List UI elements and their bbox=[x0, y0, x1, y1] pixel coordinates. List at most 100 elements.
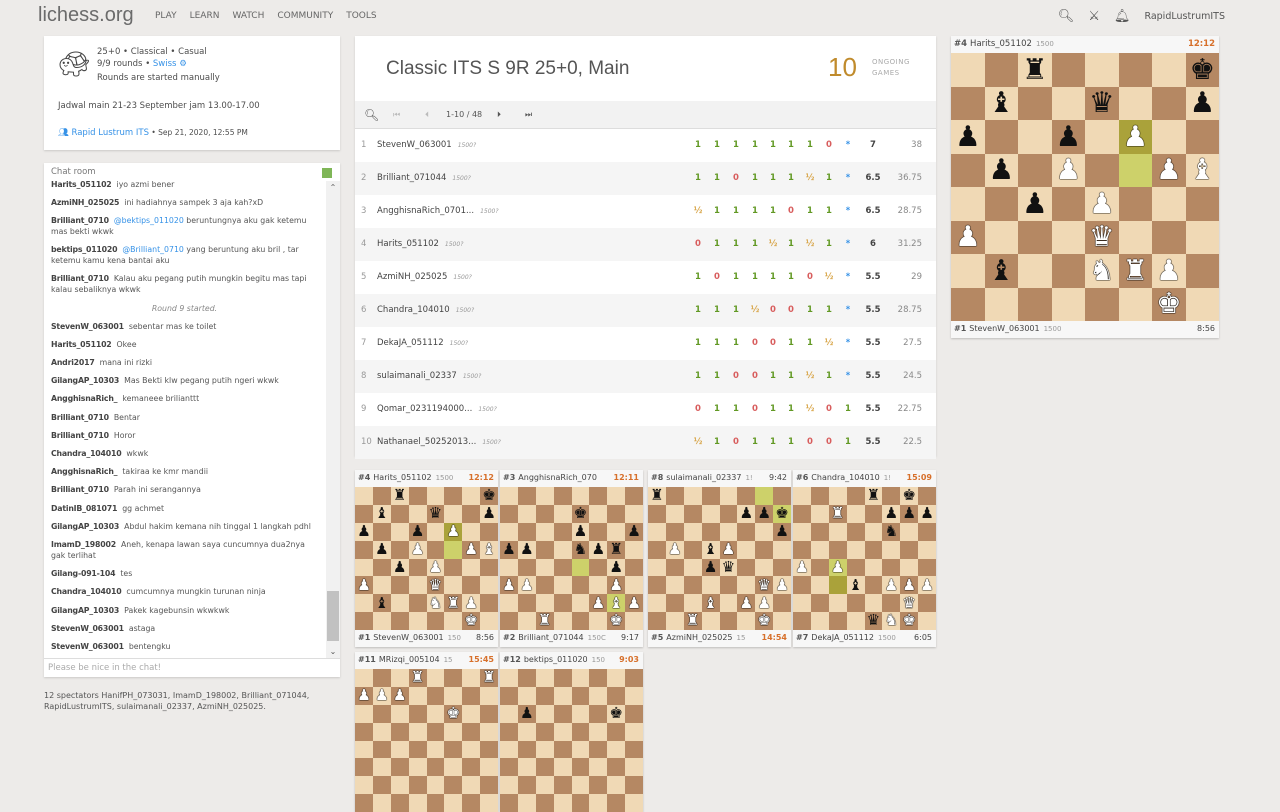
round-result[interactable]: 0 bbox=[748, 338, 762, 348]
square-b4[interactable] bbox=[810, 558, 829, 577]
round-result[interactable]: 1 bbox=[729, 140, 743, 150]
round-result[interactable]: 1 bbox=[784, 371, 798, 381]
square-c7[interactable] bbox=[535, 504, 554, 523]
white-knight-icon[interactable]: ♞ bbox=[429, 595, 443, 611]
square-a4[interactable] bbox=[500, 558, 518, 577]
round-result[interactable]: 1 bbox=[748, 272, 762, 282]
square-h1[interactable] bbox=[918, 612, 936, 630]
table-row[interactable]: 3 AngghisnaRich_0701... 1500? ½ 1 1 1 1 0 1 1 * 6.5 2… bbox=[355, 195, 936, 228]
square-g6[interactable] bbox=[900, 522, 919, 541]
square-f6[interactable]: ♞ bbox=[882, 522, 901, 541]
square-g6[interactable] bbox=[607, 522, 626, 541]
square-g8[interactable] bbox=[462, 669, 481, 687]
player-name[interactable]: Chandra_104010 1500? bbox=[377, 305, 474, 315]
square-h1[interactable] bbox=[1185, 287, 1219, 321]
white-rook-icon[interactable]: ♜ bbox=[538, 613, 552, 628]
round-result[interactable]: 1 bbox=[822, 173, 836, 183]
player-name[interactable]: StevenW_063001 1500? bbox=[377, 140, 476, 150]
square-b6[interactable]: ♟ bbox=[517, 704, 536, 723]
square-a2[interactable] bbox=[355, 776, 373, 795]
square-c1[interactable] bbox=[828, 612, 847, 630]
chevron-down-icon[interactable]: ⌄ bbox=[326, 647, 340, 656]
square-d8[interactable] bbox=[846, 487, 865, 505]
square-e4[interactable] bbox=[426, 740, 445, 759]
round-result[interactable]: 1 bbox=[748, 140, 762, 150]
square-d4[interactable] bbox=[408, 740, 427, 759]
square-b2[interactable] bbox=[810, 594, 829, 613]
square-f3[interactable] bbox=[737, 576, 756, 595]
square-f2[interactable]: ♟ bbox=[737, 594, 756, 613]
black-pawn-icon[interactable]: ♟ bbox=[393, 559, 407, 575]
square-b8[interactable] bbox=[984, 53, 1018, 87]
square-e7[interactable]: ♚ bbox=[571, 504, 590, 523]
white-pawn-icon[interactable]: ♟ bbox=[429, 559, 443, 575]
white-pawn-icon[interactable]: ♟ bbox=[902, 577, 916, 593]
square-h7[interactable] bbox=[625, 504, 643, 523]
game-preview[interactable]: #6 Chandra_104010 1! 15:09 ♜ ♚ ♜ ♟ ♟ ♟ ♞ ♟ ♟ ♝ ♟ ♟ ♟ ♛ ♛ ♞ ♚… bbox=[793, 470, 936, 647]
white-rook-icon[interactable]: ♜ bbox=[411, 670, 425, 685]
last-page-icon[interactable]: ⏭︎ bbox=[525, 110, 532, 120]
square-a4[interactable] bbox=[355, 740, 373, 759]
square-b3[interactable]: ♟ bbox=[517, 576, 536, 595]
square-c3[interactable] bbox=[1018, 220, 1052, 254]
square-f3[interactable] bbox=[1118, 220, 1152, 254]
square-c3[interactable] bbox=[390, 758, 409, 777]
square-a5[interactable] bbox=[355, 722, 373, 741]
white-pawn-icon[interactable]: ♟ bbox=[885, 577, 899, 593]
square-h2[interactable] bbox=[480, 776, 498, 795]
white-bishop-icon[interactable]: ♝ bbox=[1189, 155, 1215, 184]
round-result[interactable]: 1 bbox=[729, 305, 743, 315]
round-result[interactable]: ½ bbox=[691, 437, 705, 447]
square-c7[interactable]: ♜ bbox=[828, 504, 847, 523]
square-c7[interactable] bbox=[1018, 86, 1052, 120]
square-h7[interactable] bbox=[480, 686, 498, 705]
square-e1[interactable] bbox=[719, 612, 738, 630]
chevron-up-icon[interactable]: ⌃ bbox=[326, 183, 340, 192]
square-f2[interactable] bbox=[444, 776, 463, 795]
square-h5[interactable] bbox=[773, 540, 791, 559]
square-b8[interactable] bbox=[372, 487, 391, 505]
player-name[interactable]: MRizqi_005104 bbox=[379, 655, 440, 664]
square-e3[interactable] bbox=[426, 758, 445, 777]
square-d3[interactable] bbox=[701, 576, 720, 595]
square-h3[interactable] bbox=[480, 758, 498, 777]
square-b6[interactable] bbox=[372, 522, 391, 541]
square-f1[interactable] bbox=[1118, 287, 1152, 321]
round-result[interactable]: 1 bbox=[841, 404, 855, 414]
black-pawn-icon[interactable]: ♟ bbox=[1022, 189, 1048, 218]
square-h7[interactable]: ♟ bbox=[480, 504, 498, 523]
square-d8[interactable] bbox=[701, 487, 720, 505]
square-b5[interactable] bbox=[810, 540, 829, 559]
round-result[interactable]: 1 bbox=[766, 371, 780, 381]
square-e6[interactable] bbox=[426, 704, 445, 723]
square-h8[interactable]: ♜ bbox=[480, 669, 498, 687]
square-c3[interactable] bbox=[535, 758, 554, 777]
square-b1[interactable] bbox=[984, 287, 1018, 321]
square-g2[interactable] bbox=[607, 776, 626, 795]
table-row[interactable]: 5 AzmiNH_025025 1500? 1 0 1 1 1 1 0 ½ * 5.5 29 bbox=[355, 261, 936, 294]
player-name[interactable]: bektips_011020 bbox=[524, 655, 588, 664]
table-row[interactable]: 7 DekaJA_051112 1500? 1 1 1 0 0 1 1 ½ * 5.5 27.5 bbox=[355, 327, 936, 360]
round-result[interactable]: 1 bbox=[691, 305, 705, 315]
chat-username[interactable]: Brilliant_0710 bbox=[51, 216, 109, 225]
square-g7[interactable] bbox=[462, 686, 481, 705]
round-result[interactable]: 1 bbox=[729, 338, 743, 348]
logo[interactable]: lichess.org bbox=[38, 4, 134, 27]
square-g8[interactable]: ♚ bbox=[900, 487, 919, 505]
round-result[interactable]: 0 bbox=[766, 338, 780, 348]
square-b6[interactable] bbox=[984, 120, 1018, 154]
player-name[interactable]: AzmiNH_025025 bbox=[666, 633, 732, 642]
square-d7[interactable] bbox=[408, 686, 427, 705]
square-b4[interactable] bbox=[372, 558, 391, 577]
square-a2[interactable] bbox=[793, 594, 811, 613]
square-c7[interactable]: ♟ bbox=[390, 686, 409, 705]
square-h6[interactable] bbox=[918, 522, 936, 541]
square-b8[interactable] bbox=[810, 487, 829, 505]
square-b3[interactable] bbox=[372, 758, 391, 777]
square-e3[interactable] bbox=[719, 576, 738, 595]
square-a7[interactable] bbox=[355, 504, 373, 523]
square-c4[interactable] bbox=[683, 558, 702, 577]
square-c5[interactable] bbox=[535, 540, 554, 559]
square-d5[interactable]: ♝ bbox=[701, 540, 720, 559]
square-c6[interactable] bbox=[535, 704, 554, 723]
